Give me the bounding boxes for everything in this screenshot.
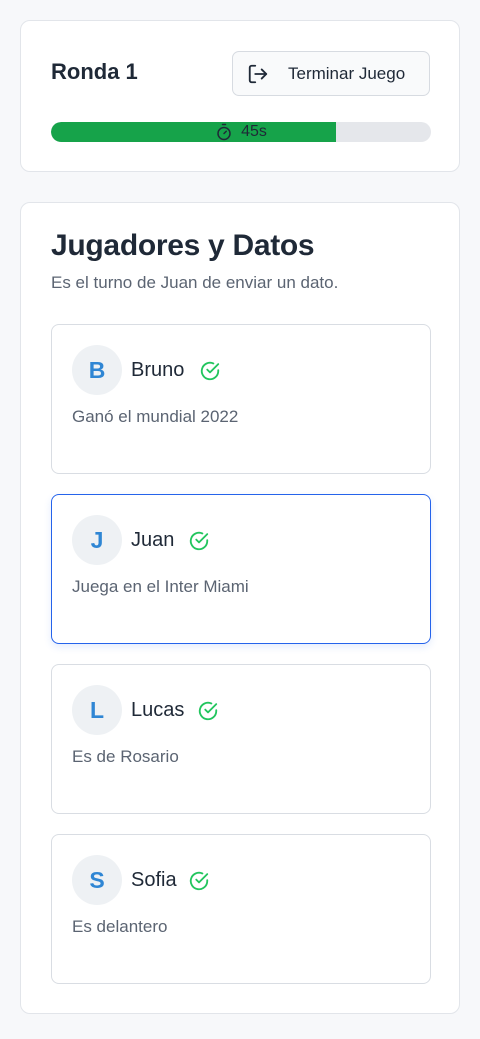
player-card-bruno[interactable]: B Bruno Ganó el mundial 2022 (51, 324, 431, 474)
avatar: S (72, 855, 122, 905)
players-card: Jugadores y Datos Es el turno de Juan de… (20, 202, 460, 1014)
player-card-lucas[interactable]: L Lucas Es de Rosario (51, 664, 431, 814)
check-circle-icon (198, 701, 218, 721)
player-name: Sofia (131, 869, 177, 891)
avatar: J (72, 515, 122, 565)
player-card-sofia[interactable]: S Sofia Es delantero (51, 834, 431, 984)
avatar: L (72, 685, 122, 735)
player-name: Lucas (131, 699, 185, 721)
player-fact: Es delantero (72, 917, 168, 936)
round-card: Ronda 1 Terminar Juego 45s (20, 20, 460, 172)
timer-text: 45s (241, 123, 267, 140)
players-title: Jugadores y Datos (51, 229, 315, 262)
player-fact: Ganó el mundial 2022 (72, 407, 239, 426)
stopwatch-icon (217, 123, 231, 141)
turn-status-text: Es el turno de Juan de enviar un dato. (51, 273, 339, 292)
check-circle-icon (189, 871, 209, 891)
timer-progress-bar: 45s (51, 122, 431, 142)
round-title: Ronda 1 (51, 59, 138, 84)
end-game-button-label: Terminar Juego (288, 64, 406, 83)
logout-icon (248, 64, 268, 84)
player-card-juan[interactable]: J Juan Juega en el Inter Miami (51, 494, 431, 644)
player-name: Bruno (131, 359, 185, 381)
player-fact: Juega en el Inter Miami (72, 577, 249, 596)
check-circle-icon (189, 531, 209, 551)
player-fact: Es de Rosario (72, 747, 179, 766)
avatar: B (72, 345, 122, 395)
end-game-button[interactable]: Terminar Juego (232, 51, 430, 96)
player-name: Juan (131, 529, 175, 551)
timer-readout: 45s (51, 122, 431, 142)
check-circle-icon (200, 361, 220, 381)
